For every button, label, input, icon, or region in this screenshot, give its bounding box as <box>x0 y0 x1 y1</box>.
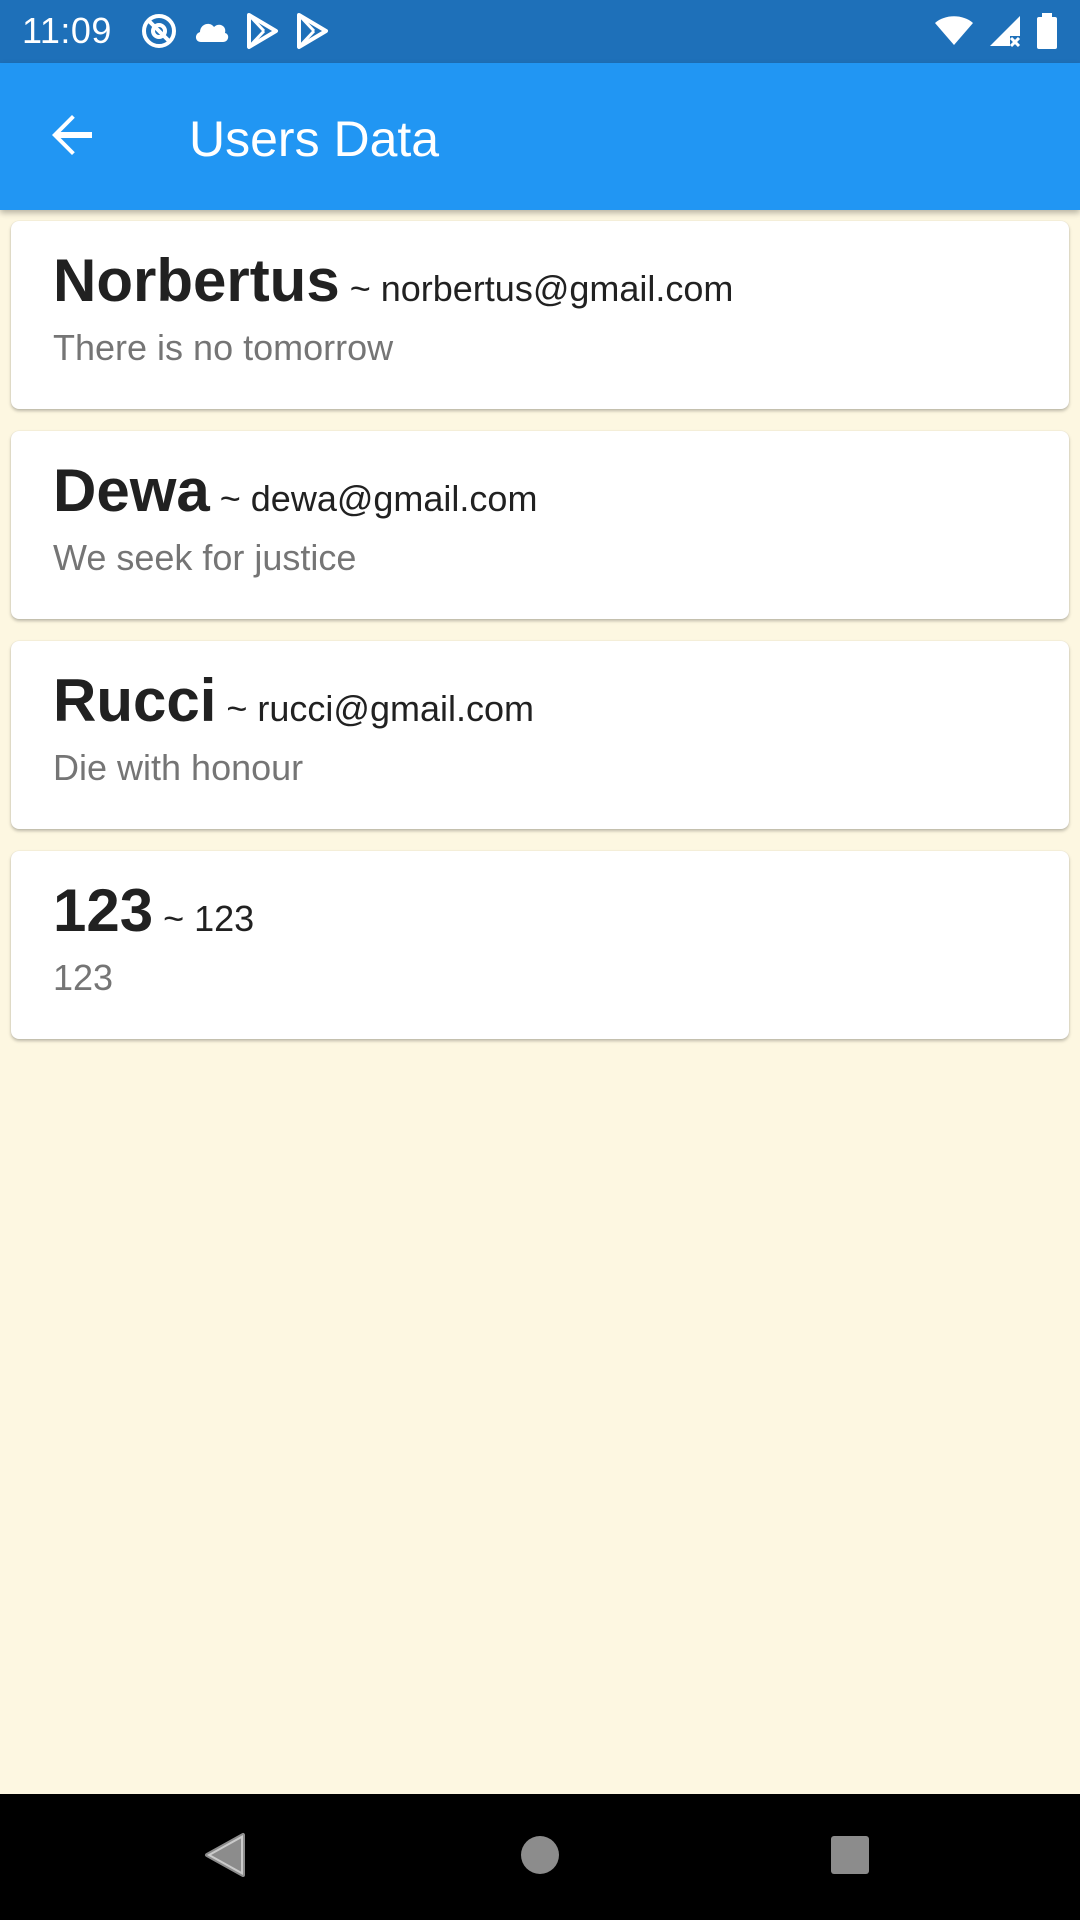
cell-signal-icon <box>988 14 1022 48</box>
play-store-icon <box>294 12 330 50</box>
user-email: dewa@gmail.com <box>250 478 538 519</box>
user-list: Norbertus ~ norbertus@gmail.com There is… <box>11 221 1069 1061</box>
user-title-line: Dewa ~ dewa@gmail.com <box>53 455 1069 527</box>
notification-icons <box>140 12 330 50</box>
status-time: 11:09 <box>22 10 112 51</box>
user-name: Dewa <box>53 457 210 524</box>
user-title-line: Norbertus ~ norbertus@gmail.com <box>53 245 1069 317</box>
at-sign-icon <box>140 12 178 50</box>
user-separator: ~ <box>209 478 251 519</box>
user-separator: ~ <box>153 898 195 939</box>
status-bar: 11:09 <box>0 0 1080 63</box>
nav-recents-button[interactable] <box>817 1824 883 1890</box>
system-icons <box>934 12 1058 50</box>
user-name: 123 <box>53 877 154 944</box>
user-card[interactable]: Norbertus ~ norbertus@gmail.com There is… <box>11 221 1069 409</box>
app-bar: Users Data <box>0 63 1080 210</box>
cloud-icon <box>192 16 230 46</box>
play-store-icon <box>244 12 280 50</box>
user-card[interactable]: 123 ~ 123 123 <box>11 851 1069 1039</box>
user-email: 123 <box>194 898 255 939</box>
arrow-back-icon <box>48 111 96 164</box>
user-title-line: Rucci ~ rucci@gmail.com <box>53 665 1069 737</box>
user-separator: ~ <box>216 688 258 729</box>
page-title: Users Data <box>189 111 440 167</box>
user-separator: ~ <box>339 268 381 309</box>
recents-square-icon <box>830 1835 870 1880</box>
back-triangle-icon <box>203 1831 247 1884</box>
user-name: Norbertus <box>53 247 340 314</box>
user-email: rucci@gmail.com <box>257 688 535 729</box>
navigation-bar <box>0 1794 1080 1920</box>
nav-home-button[interactable] <box>507 1824 573 1890</box>
user-email: norbertus@gmail.com <box>380 268 734 309</box>
user-title-line: 123 ~ 123 <box>53 875 1069 947</box>
back-button[interactable] <box>36 101 108 173</box>
nav-back-button[interactable] <box>192 1824 258 1890</box>
user-motto: 123 <box>53 957 114 998</box>
user-motto: Die with honour <box>53 747 304 788</box>
user-card[interactable]: Rucci ~ rucci@gmail.com Die with honour <box>11 641 1069 829</box>
user-motto: There is no tomorrow <box>53 327 394 368</box>
battery-icon <box>1036 13 1058 49</box>
home-circle-icon <box>519 1834 561 1881</box>
user-card[interactable]: Dewa ~ dewa@gmail.com We seek for justic… <box>11 431 1069 619</box>
user-motto: We seek for justice <box>53 537 357 578</box>
user-name: Rucci <box>53 667 217 734</box>
wifi-icon <box>934 15 974 47</box>
